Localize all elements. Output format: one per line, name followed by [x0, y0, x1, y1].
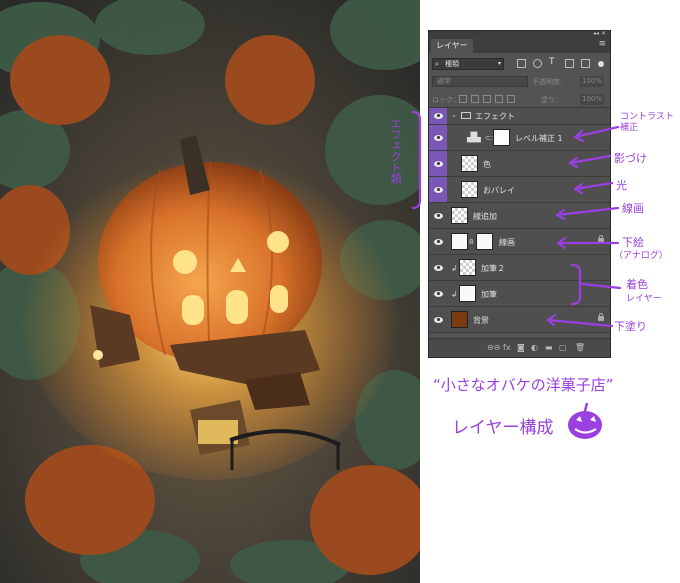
annotation-paint-layer: レイヤー: [626, 294, 662, 304]
annotation-strokes: [411, 110, 622, 439]
annotation-contrast: コントラスト補正: [620, 112, 674, 133]
caption-subtitle: レイヤー構成: [452, 418, 554, 438]
annotation-sketch-analog: （アナログ）: [614, 251, 668, 261]
annotation-paint: 着色: [626, 278, 648, 291]
annotation-lineart: 線画: [622, 202, 644, 215]
caption-title: “小さなオバケの洋菓子店”: [433, 376, 614, 394]
annotation-light: 光: [616, 179, 627, 192]
annotation-effect-group: エフェクト類: [389, 118, 402, 184]
annotation-color: 影づけ: [614, 152, 647, 165]
annotation-base: 下塗り: [614, 320, 647, 333]
